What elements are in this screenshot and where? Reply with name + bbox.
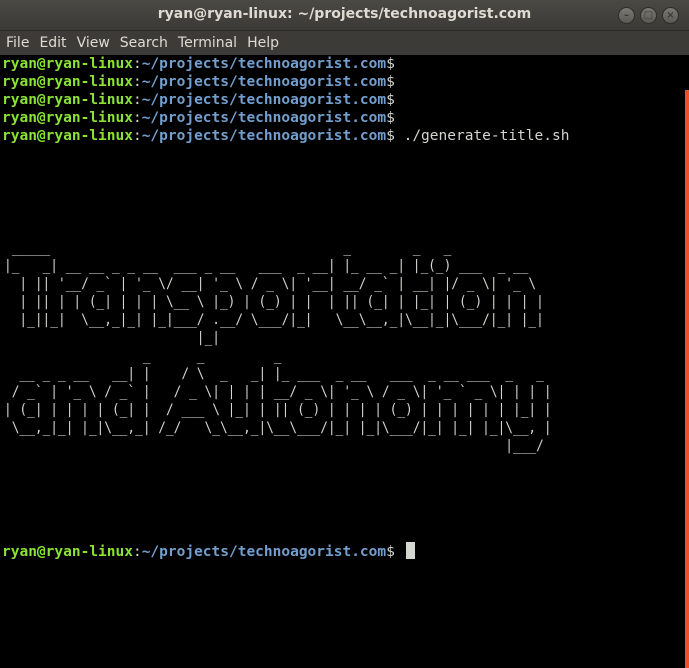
- title-bar[interactable]: ryan@ryan-linux: ~/projects/technoagoris…: [0, 0, 689, 31]
- prompt-path: ~/projects/technoagorist.com: [141, 56, 387, 72]
- terminal-window: ryan@ryan-linux: ~/projects/technoagoris…: [0, 0, 689, 668]
- prompt-char: $: [386, 110, 395, 126]
- prompt-char: $: [386, 92, 395, 108]
- minimize-button[interactable]: –: [618, 7, 635, 24]
- prompt-separator: :: [132, 56, 142, 72]
- prompt-user: ryan@ryan-linux: [2, 544, 133, 560]
- ascii-banner-and-autonomy: _ _ _ __ _ _ __ __| | / \ _ _| |_ ___ _ …: [4, 348, 552, 454]
- prompt-user: ryan@ryan-linux: [2, 74, 133, 90]
- scrollbar[interactable]: [685, 55, 689, 668]
- prompt-line: ryan@ryan-linux:~/projects/technoagorist…: [2, 109, 685, 127]
- command-line: ryan@ryan-linux:~/projects/technoagorist…: [2, 127, 685, 145]
- prompt-separator: :: [132, 92, 142, 108]
- prompt-line: ryan@ryan-linux:~/projects/technoagorist…: [2, 73, 685, 91]
- prompt-line: ryan@ryan-linux:~/projects/technoagorist…: [2, 55, 685, 73]
- window-controls: – □ ×: [618, 7, 679, 24]
- maximize-button[interactable]: □: [640, 7, 657, 24]
- prompt-char: $: [386, 544, 395, 560]
- prompt-separator: :: [132, 128, 142, 144]
- window-title: ryan@ryan-linux: ~/projects/technoagoris…: [157, 6, 532, 22]
- terminal-output[interactable]: ryan@ryan-linux:~/projects/technoagorist…: [0, 55, 685, 668]
- menu-view[interactable]: View: [73, 31, 114, 55]
- command-text: ./generate-title.sh: [394, 128, 570, 144]
- menu-file[interactable]: File: [2, 31, 33, 55]
- prompt-char: $: [386, 128, 395, 144]
- text-cursor: [405, 542, 415, 559]
- prompt-separator: :: [132, 74, 142, 90]
- prompt-path: ~/projects/technoagorist.com: [141, 128, 387, 144]
- prompt-path: ~/projects/technoagorist.com: [141, 92, 387, 108]
- menu-terminal[interactable]: Terminal: [174, 31, 241, 55]
- prompt-path: ~/projects/technoagorist.com: [141, 110, 387, 126]
- prompt-char: $: [386, 74, 395, 90]
- prompt-user: ryan@ryan-linux: [2, 56, 133, 72]
- scrollbar-thumb[interactable]: [685, 90, 689, 668]
- prompt-user: ryan@ryan-linux: [2, 92, 133, 108]
- prompt-path: ~/projects/technoagorist.com: [141, 544, 387, 560]
- menu-edit[interactable]: Edit: [35, 31, 70, 55]
- active-prompt-line: ryan@ryan-linux:~/projects/technoagorist…: [2, 542, 415, 560]
- prompt-char: $: [386, 56, 395, 72]
- menu-search[interactable]: Search: [116, 31, 172, 55]
- prompt-separator: :: [132, 544, 142, 560]
- menu-bar: File Edit View Search Terminal Help: [0, 31, 689, 55]
- prompt-user: ryan@ryan-linux: [2, 128, 133, 144]
- ascii-banner-transportation: _____ _ _ _ |_ _| __ __ _ _ __ ___ _ __ …: [4, 240, 544, 346]
- prompt-line: ryan@ryan-linux:~/projects/technoagorist…: [2, 91, 685, 109]
- close-button[interactable]: ×: [662, 7, 679, 24]
- prompt-user: ryan@ryan-linux: [2, 110, 133, 126]
- prompt-path: ~/projects/technoagorist.com: [141, 74, 387, 90]
- prompt-separator: :: [132, 110, 142, 126]
- menu-help[interactable]: Help: [243, 31, 283, 55]
